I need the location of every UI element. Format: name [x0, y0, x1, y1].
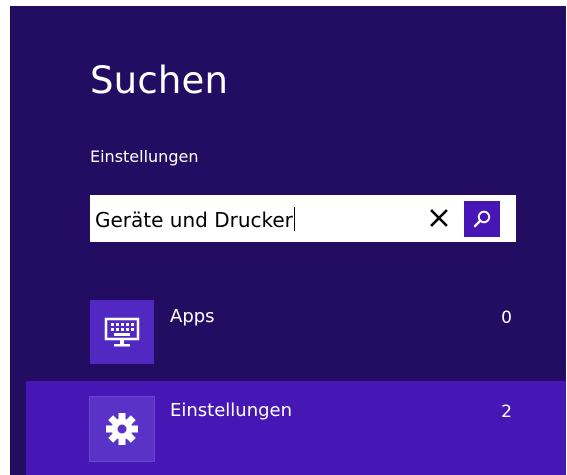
search-input[interactable]: Geräte und Drucker — [95, 207, 295, 231]
close-icon — [430, 209, 448, 227]
search-scope-label[interactable]: Einstellungen — [90, 149, 198, 165]
result-row-apps[interactable]: Apps 0 — [26, 298, 566, 364]
text-caret — [293, 207, 295, 231]
clear-button[interactable] — [426, 205, 452, 231]
apps-tile — [90, 300, 154, 364]
result-row-settings[interactable]: Einstellungen 2 — [26, 381, 566, 475]
result-count: 2 — [501, 402, 512, 422]
search-box[interactable]: Geräte und Drucker — [90, 195, 516, 242]
gear-icon — [106, 413, 138, 445]
result-row-label: Einstellungen — [170, 400, 293, 421]
pane-edge — [10, 6, 11, 475]
search-input-value: Geräte und Drucker — [95, 208, 293, 232]
keyboard-monitor-icon — [104, 317, 140, 347]
magnifier-icon — [473, 210, 491, 228]
result-count: 0 — [501, 308, 512, 328]
result-row-label: Apps — [170, 306, 215, 327]
search-button[interactable] — [464, 201, 500, 237]
pane-title: Suchen — [90, 59, 229, 102]
screen: Suchen Einstellungen Geräte und Drucker — [0, 0, 567, 475]
settings-tile — [89, 396, 155, 462]
